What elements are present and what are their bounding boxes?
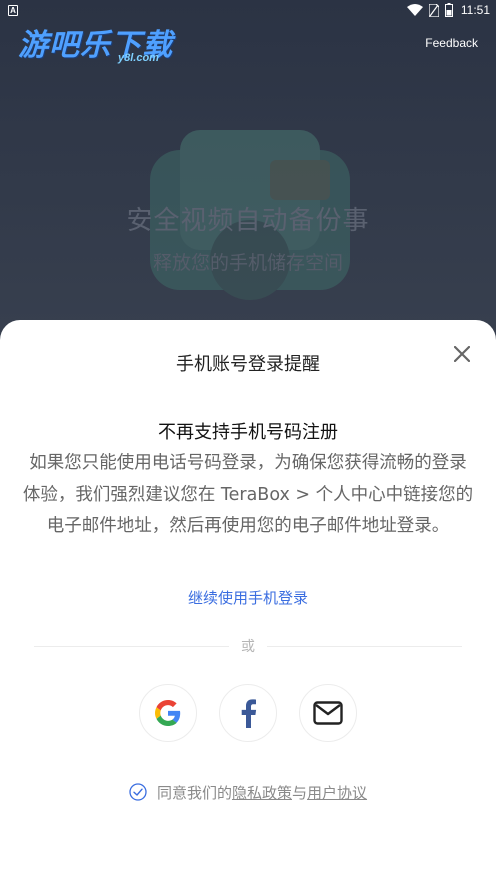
status-icons: 11:51 [406,3,490,17]
email-icon [313,701,343,725]
close-icon [454,346,470,362]
social-login-row [0,684,496,744]
background-title: 安全视频自动备份事 [126,206,370,236]
notice-body: 如果您只能使用电话号码登录，为确保您获得流畅的登录体验，我们强烈建议您在 Ter… [22,453,474,536]
or-divider: 或 [34,636,462,656]
battery-icon [444,3,453,17]
facebook-login-button[interactable] [219,684,277,742]
facebook-icon [241,699,257,728]
divider-text: 或 [241,639,255,655]
continue-phone-login-link[interactable]: 继续使用手机登录 [0,587,496,608]
agreement-row: 同意我们的 隐私政策 与 用户协议 [0,781,496,803]
notice-heading: 不再支持手机号码注册 [158,422,338,443]
privacy-policy-link[interactable]: 隐私政策 [232,782,292,803]
agreement-prefix: 同意我们的 [156,783,232,802]
background-subtitle: 释放您的手机储存空间 [152,252,343,274]
status-time: 11:51 [460,3,490,17]
feedback-button[interactable]: Feedback [425,36,478,50]
login-reminder-sheet: 手机账号登录提醒 不再支持手机号码注册 如果您只能使用电话号码登录，为确保您获得… [0,320,496,883]
wifi-icon [406,4,423,16]
google-icon [155,700,181,726]
sim-card-icon [428,3,439,17]
email-login-button[interactable] [299,684,357,742]
agreement-checkbox[interactable] [129,783,147,801]
watermark-logo: 游吧乐下载 y8l.com [14,18,184,68]
watermark-sub-text: y8l.com [118,52,159,64]
divider-line-left [34,645,229,647]
sheet-title: 手机账号登录提醒 [176,354,320,375]
user-agreement-link[interactable]: 用户协议 [307,782,367,803]
divider-line-right [267,645,462,647]
notification-icon: A [8,5,18,16]
agreement-conjunction: 与 [292,783,308,802]
google-login-button[interactable] [139,684,197,742]
close-button[interactable] [450,342,474,366]
